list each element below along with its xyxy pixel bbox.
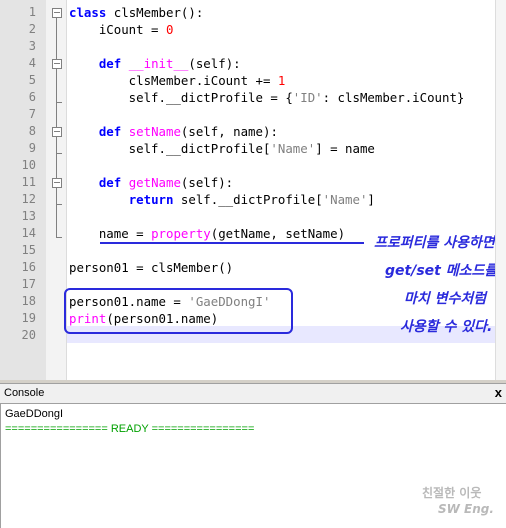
annotation-box <box>64 288 293 334</box>
code-token: property <box>151 226 211 241</box>
annotation-text-2: get/set 메소드를 <box>385 263 498 279</box>
code-token: (self, name): <box>180 124 278 139</box>
line-number: 8 <box>28 124 36 138</box>
code-line[interactable]: def getName(self): <box>69 174 233 191</box>
line-number: 2 <box>28 22 36 36</box>
code-line[interactable]: self.__dictProfile = {'ID': clsMember.iC… <box>69 89 465 106</box>
code-line[interactable]: def __init__(self): <box>69 55 241 72</box>
code-token: self.__dictProfile = { <box>69 90 293 105</box>
fold-toggle-icon[interactable] <box>52 178 62 188</box>
annotation-text-4: 사용할 수 있다. <box>400 319 493 335</box>
code-line[interactable]: return self.__dictProfile['Name'] <box>69 191 375 208</box>
line-number: 16 <box>21 260 36 274</box>
console-output-line: GaeDDongI <box>5 408 64 420</box>
code-token: (self): <box>188 56 241 71</box>
code-line[interactable]: person01 = clsMember() <box>69 259 233 276</box>
line-number: 3 <box>28 39 36 53</box>
line-number: 17 <box>21 277 36 291</box>
code-token: self.__dictProfile[ <box>173 192 323 207</box>
code-token: clsMember.iCount += <box>69 73 278 88</box>
line-number: 15 <box>21 243 36 257</box>
annotation-underline <box>100 242 364 244</box>
code-line[interactable]: self.__dictProfile['Name'] = name <box>69 140 375 157</box>
console-header: Console x <box>0 383 506 404</box>
annotation-text-3: 마치 변수처럼 <box>404 291 487 307</box>
code-token: (getName, setName) <box>210 226 346 241</box>
code-token: getName <box>128 175 181 190</box>
code-token: 'Name' <box>270 141 316 156</box>
code-token: 'Name' <box>322 192 368 207</box>
line-number: 12 <box>21 192 36 206</box>
code-token: setName <box>128 124 181 139</box>
fold-toggle-icon[interactable] <box>52 127 62 137</box>
line-number: 14 <box>21 226 36 240</box>
code-editor[interactable]: 1 2 3 4 5 6 7 8 9 10 11 12 13 14 15 16 17 18 19 20 class cl… <box>0 0 506 380</box>
code-token: : clsMember.iCount} <box>322 90 465 105</box>
watermark-line-2: SW Eng. <box>438 502 494 516</box>
line-number: 13 <box>21 209 36 223</box>
fold-end-mark <box>56 237 62 238</box>
fold-end-mark <box>56 102 62 103</box>
line-number: 7 <box>28 107 36 121</box>
fold-end-mark <box>56 153 62 154</box>
line-number: 18 <box>21 294 36 308</box>
code-line[interactable]: name = property(getName, setName) <box>69 225 345 242</box>
line-number: 10 <box>21 158 36 172</box>
line-number: 9 <box>28 141 36 155</box>
code-token: clsMember(): <box>106 5 204 20</box>
code-token: ] <box>367 192 375 207</box>
code-token: self.__dictProfile[ <box>69 141 271 156</box>
line-number: 20 <box>21 328 36 342</box>
code-token: def <box>98 56 122 71</box>
code-token: 0 <box>165 22 174 37</box>
code-token: (self): <box>180 175 234 190</box>
line-number: 19 <box>21 311 36 325</box>
line-number: 4 <box>28 56 36 70</box>
code-line[interactable]: clsMember.iCount += 1 <box>69 72 286 89</box>
code-token: ] = name <box>315 141 375 156</box>
line-number: 11 <box>21 175 36 189</box>
code-line[interactable]: class clsMember(): <box>69 4 203 21</box>
fold-toggle-icon[interactable] <box>52 8 62 18</box>
console-panel: Console x GaeDDongI ================ REA… <box>0 383 506 528</box>
close-icon[interactable]: x <box>495 385 502 400</box>
code-token: person01 = clsMember() <box>69 260 234 275</box>
console-title: Console <box>4 387 45 399</box>
line-number: 5 <box>28 73 36 87</box>
console-status-line: ================ READY ================ <box>5 423 255 435</box>
code-token: name = <box>69 226 152 241</box>
code-token: 1 <box>277 73 286 88</box>
fold-end-mark <box>56 204 62 205</box>
code-token: iCount = <box>69 22 166 37</box>
code-token: def <box>98 175 122 190</box>
code-token: __init__ <box>128 56 189 71</box>
code-line[interactable]: def setName(self, name): <box>69 123 278 140</box>
code-token: class <box>69 5 107 20</box>
annotation-text-1: 프로퍼티를 사용하면 <box>374 235 495 251</box>
watermark-line-1: 친절한 이웃 <box>422 486 482 500</box>
line-number: 1 <box>28 5 36 19</box>
code-line[interactable]: iCount = 0 <box>69 21 174 38</box>
code-token: return <box>128 192 174 207</box>
console-output[interactable]: GaeDDongI ================ READY =======… <box>0 404 506 528</box>
line-number: 6 <box>28 90 36 104</box>
vertical-scrollbar[interactable] <box>495 0 506 380</box>
code-token: 'ID' <box>292 90 323 105</box>
code-token: def <box>98 124 122 139</box>
fold-toggle-icon[interactable] <box>52 59 62 69</box>
